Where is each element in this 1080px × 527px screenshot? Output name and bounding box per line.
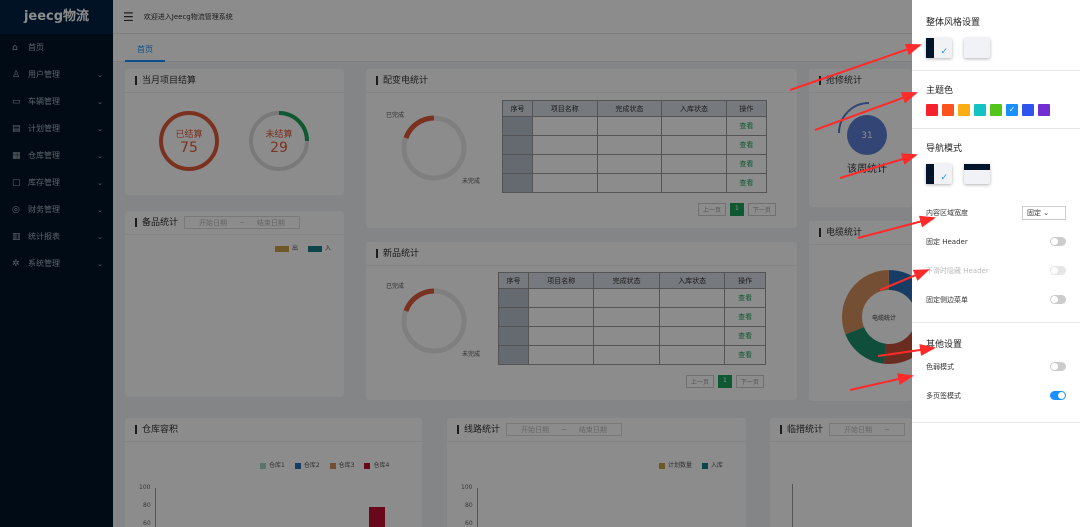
nav-topmenu-option[interactable] bbox=[964, 164, 990, 184]
divider bbox=[912, 128, 1080, 129]
theme-color-swatch[interactable] bbox=[958, 104, 970, 116]
content-width-select[interactable]: 固定 ⌄ bbox=[1022, 205, 1066, 220]
content-width-row: 内容区域宽度 固定 ⌄ bbox=[926, 198, 1066, 227]
content-width-label: 内容区域宽度 bbox=[926, 208, 968, 217]
divider bbox=[912, 422, 1080, 423]
hide-header-toggle[interactable] bbox=[1050, 266, 1066, 275]
theme-color-swatch[interactable] bbox=[926, 104, 938, 116]
fixed-sidebar-label: 固定侧边菜单 bbox=[926, 295, 968, 304]
multi-tab-row: 多页签模式 bbox=[926, 381, 1066, 410]
hide-header-row: 下滑时隐藏 Header bbox=[926, 256, 1066, 285]
other-section-title: 其他设置 bbox=[926, 340, 963, 350]
weak-mode-toggle[interactable] bbox=[1050, 362, 1066, 371]
nav-section-title: 导航模式 bbox=[926, 144, 963, 154]
multi-tab-toggle[interactable] bbox=[1050, 391, 1066, 400]
divider bbox=[912, 70, 1080, 71]
check-icon: ✓ bbox=[940, 173, 948, 183]
style-dark-option[interactable]: ✓ bbox=[926, 38, 952, 58]
theme-color-list: ✓ bbox=[926, 104, 1066, 116]
theme-color-swatch[interactable] bbox=[1038, 104, 1050, 116]
style-light-option[interactable] bbox=[964, 38, 990, 58]
fixed-sidebar-toggle[interactable] bbox=[1050, 295, 1066, 304]
theme-section-title: 主题色 bbox=[926, 86, 954, 96]
fixed-sidebar-row: 固定侧边菜单 bbox=[926, 285, 1066, 314]
theme-color-swatch[interactable] bbox=[990, 104, 1002, 116]
nav-options: ✓ bbox=[926, 164, 1066, 184]
hide-header-label: 下滑时隐藏 Header bbox=[926, 266, 989, 275]
fixed-header-toggle[interactable] bbox=[1050, 237, 1066, 246]
modal-mask[interactable] bbox=[0, 0, 912, 527]
theme-color-swatch[interactable]: ✓ bbox=[1006, 104, 1018, 116]
weak-mode-label: 色弱模式 bbox=[926, 362, 954, 371]
theme-color-swatch[interactable] bbox=[1022, 104, 1034, 116]
content-width-value: 固定 bbox=[1027, 208, 1041, 217]
check-icon: ✓ bbox=[940, 47, 948, 57]
style-options: ✓ bbox=[926, 38, 1066, 58]
divider bbox=[912, 322, 1080, 323]
theme-color-swatch[interactable] bbox=[974, 104, 986, 116]
multi-tab-label: 多页签模式 bbox=[926, 391, 961, 400]
fixed-header-row: 固定 Header bbox=[926, 227, 1066, 256]
theme-color-swatch[interactable] bbox=[942, 104, 954, 116]
settings-drawer: 整体风格设置 ✓ 主题色 ✓ 导航模式 ✓ 内容区域宽度 固定 ⌄ 固定 Hea… bbox=[912, 0, 1080, 527]
style-section-title: 整体风格设置 bbox=[926, 18, 981, 28]
nav-sidemenu-option[interactable]: ✓ bbox=[926, 164, 952, 184]
weak-mode-row: 色弱模式 bbox=[926, 352, 1066, 381]
app-root: jeecg物流 ⌂ 首页 ♙ 用户管理 ⌄ ▭ 车辆管理 ⌄ ▤ 计划管理 ⌄ ▦ 仓库管理 ⌄ ▢ 库存管理… bbox=[0, 0, 1080, 527]
fixed-header-label: 固定 Header bbox=[926, 237, 968, 246]
